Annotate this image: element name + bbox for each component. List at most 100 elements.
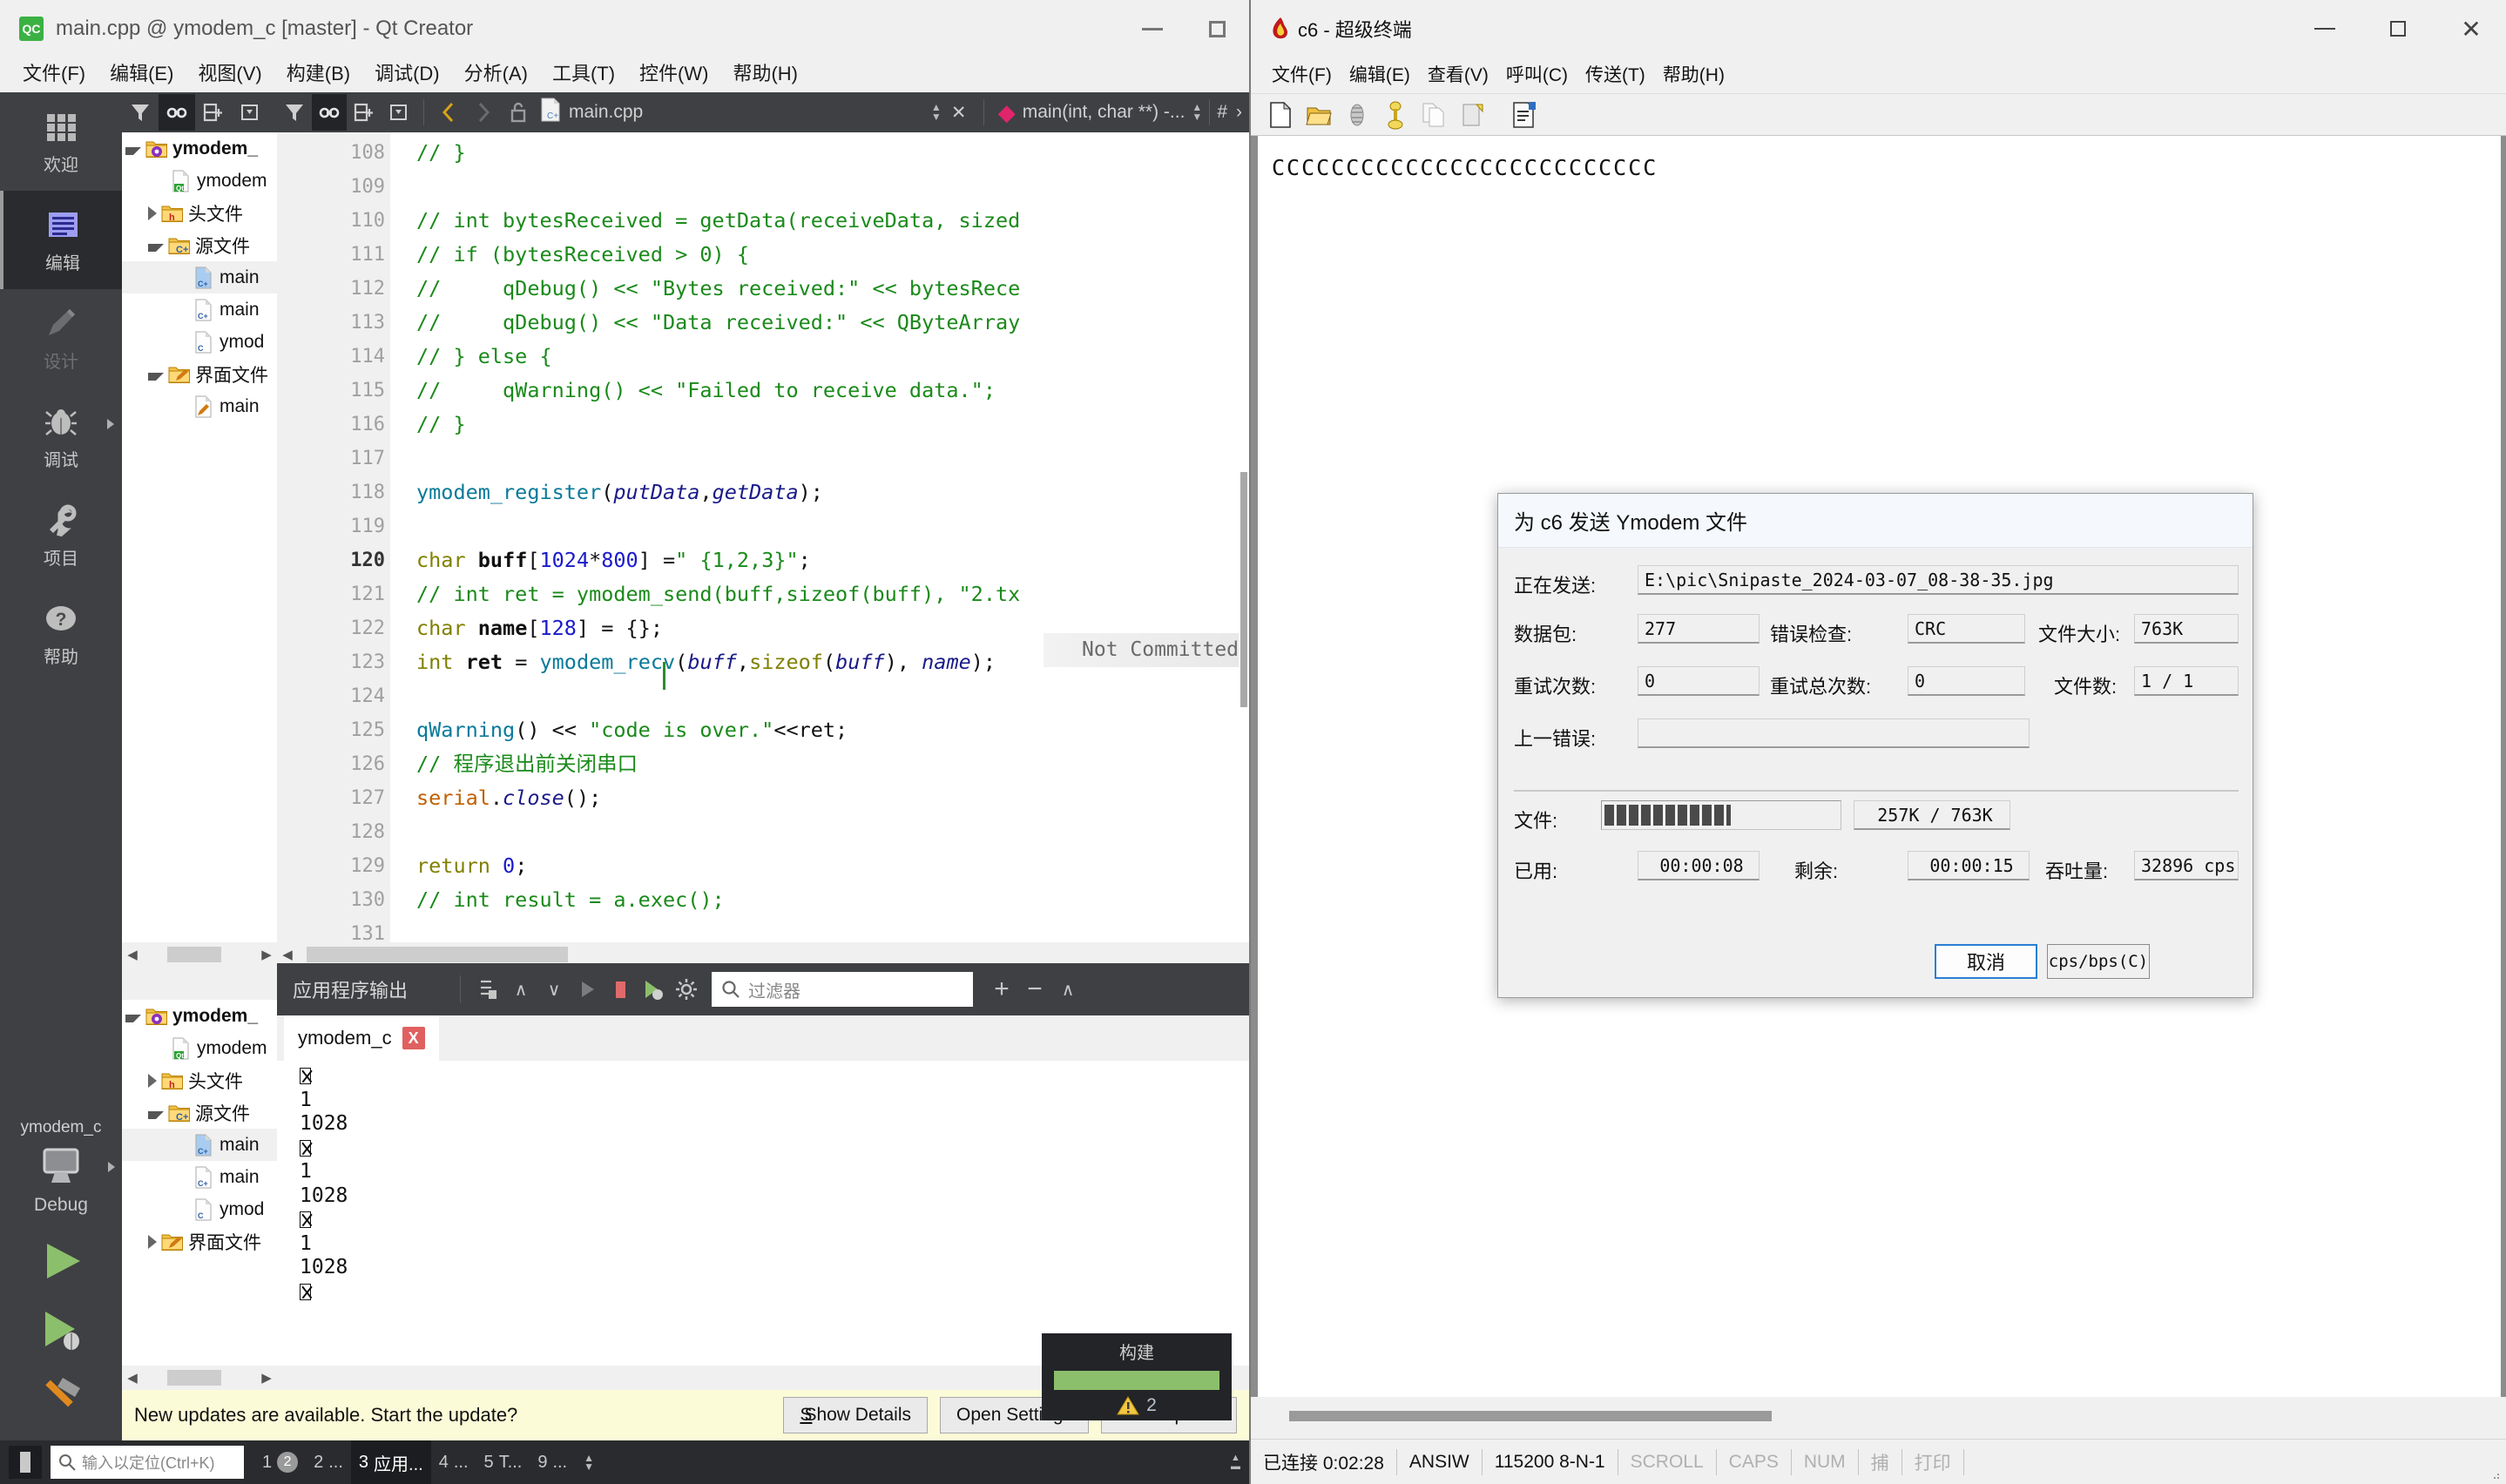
toggle-sidebar-button[interactable] [9,1446,42,1479]
tree-item[interactable]: Qtymodem [122,165,277,197]
remove-icon[interactable]: − [1018,971,1051,1008]
filter-icon[interactable] [277,94,312,131]
code-line[interactable]: // int bytesReceived = getData(receiveDa… [416,204,1020,238]
close-icon[interactable]: X [402,1027,425,1049]
project-tree[interactable]: ymodem_Qtymodemh头文件C+源文件C+mainC+mainCymo… [122,132,277,942]
back-chevron-icon[interactable] [431,94,466,131]
twisty-collapsed-icon[interactable] [148,206,157,220]
output-tab-stepper[interactable]: ▲▼ [584,1454,594,1471]
settings-gear-icon[interactable] [670,971,703,1008]
build-warning-summary[interactable]: 2 [1042,1395,1232,1416]
code-line[interactable]: serial.close(); [416,781,601,815]
terminal-menu-help[interactable]: 帮助(H) [1654,61,1733,87]
tree-item[interactable]: C+main [122,293,277,326]
wrap-lines-icon[interactable] [471,971,504,1008]
code-line[interactable]: // int ret = ymodem_send(buff,sizeof(buf… [416,577,1020,611]
menu-edit[interactable]: 编辑(E) [98,58,186,86]
output-window-tab-4[interactable]: 4... [431,1440,476,1484]
terminal-hscrollbar[interactable] [1251,1397,2506,1439]
code-line[interactable]: ymodem_register(putData,getData); [416,476,823,509]
close-x-icon[interactable]: ✕ [942,94,976,131]
debug-button[interactable] [0,1306,122,1352]
code-line[interactable]: // int result = a.exec(); [416,883,725,917]
menu-analyze[interactable]: 分析(A) [452,58,540,86]
terminal-menu-view[interactable]: 查看(V) [1419,61,1497,87]
chevron-box-icon[interactable] [382,94,416,131]
output-window-tab-5[interactable]: 5T... [476,1440,530,1484]
code-line[interactable]: // qDebug() << "Data received:" << QByte… [416,306,1020,340]
menu-build[interactable]: 构建(B) [274,58,362,86]
terminal-menu-call[interactable]: 呼叫(C) [1497,61,1577,87]
tree-item[interactable]: h头文件 [122,197,277,229]
connect-icon[interactable] [1376,98,1415,132]
menu-view[interactable]: 视图(V) [186,58,274,86]
output-filter-input[interactable]: 过滤器 [712,972,973,1007]
locator-input[interactable]: 输入以定位(Ctrl+K) [51,1446,244,1479]
code-line[interactable]: char buff[1024*800] =" {1,2,3}"; [416,543,811,577]
tree-item[interactable]: main [122,390,277,422]
disconnect-icon[interactable] [1338,98,1376,132]
chevron-box-icon[interactable] [232,94,268,131]
tree-item[interactable]: ymodem_ [122,132,277,165]
symbol-stepper[interactable]: ▲▼ [1192,103,1202,122]
mode-debug[interactable]: 调试 [0,388,122,486]
code-line[interactable]: // if (bytesReceived > 0) { [416,238,749,272]
tree-item[interactable]: Qtymodem [122,1032,277,1064]
output-tab-ymodem-c[interactable]: ymodem_c X [284,1015,439,1061]
twisty-expanded-icon[interactable] [148,1111,164,1119]
code-line[interactable]: char name[128] = {}; [416,611,663,645]
code-line[interactable]: qWarning() << "code is over."<<ret; [416,713,848,747]
code-line[interactable]: // qDebug() << "Bytes received:" << byte… [416,272,1020,306]
monitor-icon[interactable] [0,1146,122,1188]
code-line[interactable]: int ret = ymodem_recv(buff,sizeof(buff),… [416,645,996,679]
twisty-collapsed-icon[interactable] [148,1074,157,1088]
terminal-menu-edit[interactable]: 编辑(E) [1341,61,1419,87]
file-stepper[interactable]: ▲▼ [931,103,942,122]
cps-bps-button[interactable]: cps/bps(C) [2047,944,2150,979]
code-editor[interactable]: 1081091101111121131141151161171181191201… [277,132,1249,942]
prev-icon[interactable]: ∧ [504,971,537,1008]
run-button[interactable] [0,1238,122,1284]
split-add-icon[interactable] [195,94,232,131]
mode-help[interactable]: ? 帮助 [0,584,122,683]
twisty-expanded-icon[interactable] [125,147,141,155]
scroll-left-icon[interactable]: ◀ [122,1366,143,1389]
mode-edit[interactable]: 编辑 [0,191,122,289]
build-button[interactable] [0,1374,122,1420]
show-details-button[interactable]: SShow Details [783,1397,928,1433]
minimize-button[interactable] [1120,5,1185,52]
tree-item[interactable]: 界面文件 [122,1225,277,1258]
menu-help[interactable]: 帮助(H) [720,58,810,86]
scroll-right-icon[interactable]: ▶ [256,943,277,966]
open-folder-icon[interactable] [1300,98,1338,132]
cancel-button[interactable]: 取消 [1935,944,2037,979]
code-line[interactable]: // } else { [416,340,552,374]
tree-item[interactable]: h头文件 [122,1064,277,1096]
tree-item[interactable]: C+源文件 [122,1096,277,1129]
resize-grip-icon[interactable] [2489,1468,2501,1481]
line-number-toggle[interactable]: # [1217,102,1227,123]
split-add-icon[interactable] [347,94,382,131]
terminal-menu-file[interactable]: 文件(F) [1263,61,1341,87]
tree-item[interactable]: C+main [122,261,277,293]
add-icon[interactable]: + [985,971,1018,1008]
run-icon[interactable] [571,971,604,1008]
editor-symbol-combo[interactable]: main(int, char **) -... [1023,102,1185,123]
scroll-right-icon[interactable]: ▶ [256,1366,277,1389]
code-line[interactable]: // 程序退出前关闭串口 [416,747,638,781]
tree-item[interactable]: ymodem_ [122,1000,277,1032]
link-icon[interactable] [312,94,347,131]
filter-icon[interactable] [122,94,159,131]
project-tree-secondary-hscrollbar[interactable]: ◀ ▶ [122,1366,277,1390]
properties-icon[interactable] [1505,98,1543,132]
tree-item[interactable]: 界面文件 [122,358,277,390]
scroll-left-icon[interactable]: ◀ [122,943,143,966]
editor-vscrollbar[interactable] [1239,132,1249,942]
menu-debug[interactable]: 调试(D) [362,58,452,86]
code-line[interactable]: // } [416,136,466,170]
tree-item[interactable]: Cymod [122,326,277,358]
output-window-tab-9[interactable]: 9... [530,1440,575,1484]
menu-widgets[interactable]: 控件(W) [627,58,720,86]
maximize-button[interactable] [1185,5,1249,52]
mode-projects[interactable]: 项目 [0,486,122,584]
